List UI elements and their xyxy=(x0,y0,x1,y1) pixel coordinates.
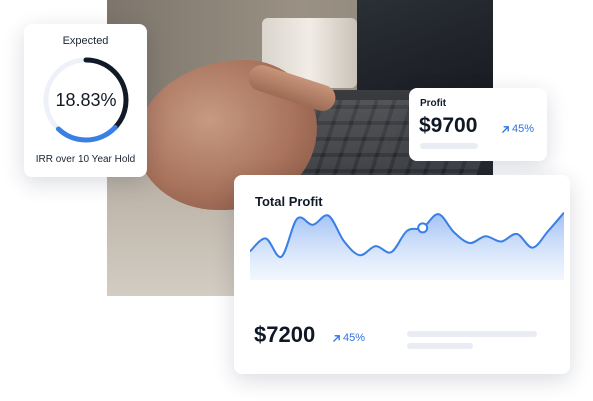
irr-subtitle: IRR over 10 Year Hold xyxy=(35,154,136,165)
arrow-up-right-icon xyxy=(502,125,509,133)
profit-change-value: 45% xyxy=(512,123,535,135)
total-profit-change-value: 45% xyxy=(343,332,366,344)
profit-value: $9700 xyxy=(419,114,478,137)
total-profit-change: 45% xyxy=(332,332,365,344)
chart-highlight-point[interactable] xyxy=(417,222,429,234)
profit-placeholder-bar xyxy=(420,143,478,149)
irr-value: 18.83% xyxy=(55,89,117,110)
total-placeholder-bar-short xyxy=(407,343,473,349)
irr-title: Expected xyxy=(62,35,109,47)
total-profit-card: Total Profit $7200 45% xyxy=(234,175,570,374)
total-profit-value: $7200 xyxy=(254,322,316,347)
profit-label: Profit xyxy=(420,98,447,109)
irr-card: Expected 18.83% IRR over 10 Year Hold xyxy=(24,24,147,177)
profit-card: Profit $9700 45% xyxy=(409,88,547,161)
total-profit-chart xyxy=(250,211,564,280)
arrow-up-right-icon xyxy=(333,334,340,342)
chart-area-fill xyxy=(250,212,564,280)
profit-change: 45% xyxy=(501,123,534,135)
total-placeholder-bar xyxy=(407,331,537,337)
stage: Expected 18.83% IRR over 10 Year Hold Pr… xyxy=(0,0,593,401)
